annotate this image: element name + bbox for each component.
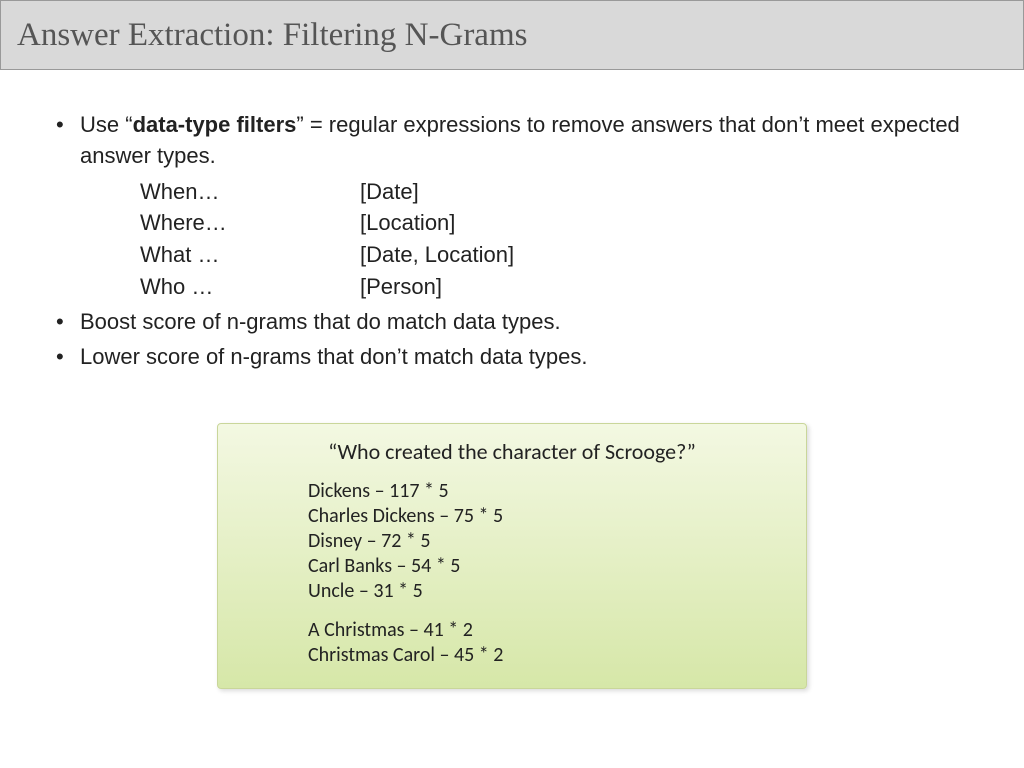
example-box: “Who created the character of Scrooge?” … <box>217 423 807 689</box>
example-answers: Dickens – 117 * 5 Charles Dickens – 75 *… <box>308 479 776 668</box>
filter-type: [Date, Location] <box>360 239 514 271</box>
filter-type: [Person] <box>360 271 442 303</box>
bullet-1-bold: data-type filters <box>133 112 297 137</box>
example-answer: Uncle – 31 * 5 <box>308 579 776 604</box>
bullet-list: Use “data-type filters” = regular expres… <box>50 110 974 373</box>
slide-title-bar: Answer Extraction: Filtering N-Grams <box>0 0 1024 70</box>
filter-table: When… [Date] Where… [Location] What … [D… <box>140 176 974 304</box>
filter-question: Where… <box>140 207 360 239</box>
bullet-item-1: Use “data-type filters” = regular expres… <box>50 110 974 303</box>
slide-title: Answer Extraction: Filtering N-Grams <box>17 17 527 54</box>
example-answer: Disney – 72 * 5 <box>308 529 776 554</box>
filter-question: What … <box>140 239 360 271</box>
filter-row: Where… [Location] <box>140 207 974 239</box>
bullet-item-2: Boost score of n-grams that do match dat… <box>50 307 974 338</box>
example-question: “Who created the character of Scrooge?” <box>248 438 776 465</box>
filter-row: When… [Date] <box>140 176 974 208</box>
example-answer: Dickens – 117 * 5 <box>308 479 776 504</box>
filter-row: What … [Date, Location] <box>140 239 974 271</box>
example-answer: A Christmas – 41 * 2 <box>308 618 776 643</box>
filter-question: Who … <box>140 271 360 303</box>
example-answer: Christmas Carol – 45 * 2 <box>308 643 776 668</box>
filter-row: Who … [Person] <box>140 271 974 303</box>
example-answer: Charles Dickens – 75 * 5 <box>308 504 776 529</box>
example-answer: Carl Banks – 54 * 5 <box>308 554 776 579</box>
filter-type: [Location] <box>360 207 455 239</box>
bullet-1-pre: Use “ <box>80 112 133 137</box>
slide-content: Use “data-type filters” = regular expres… <box>0 70 1024 689</box>
filter-question: When… <box>140 176 360 208</box>
filter-type: [Date] <box>360 176 419 208</box>
bullet-item-3: Lower score of n-grams that don’t match … <box>50 342 974 373</box>
spacer <box>308 604 776 618</box>
